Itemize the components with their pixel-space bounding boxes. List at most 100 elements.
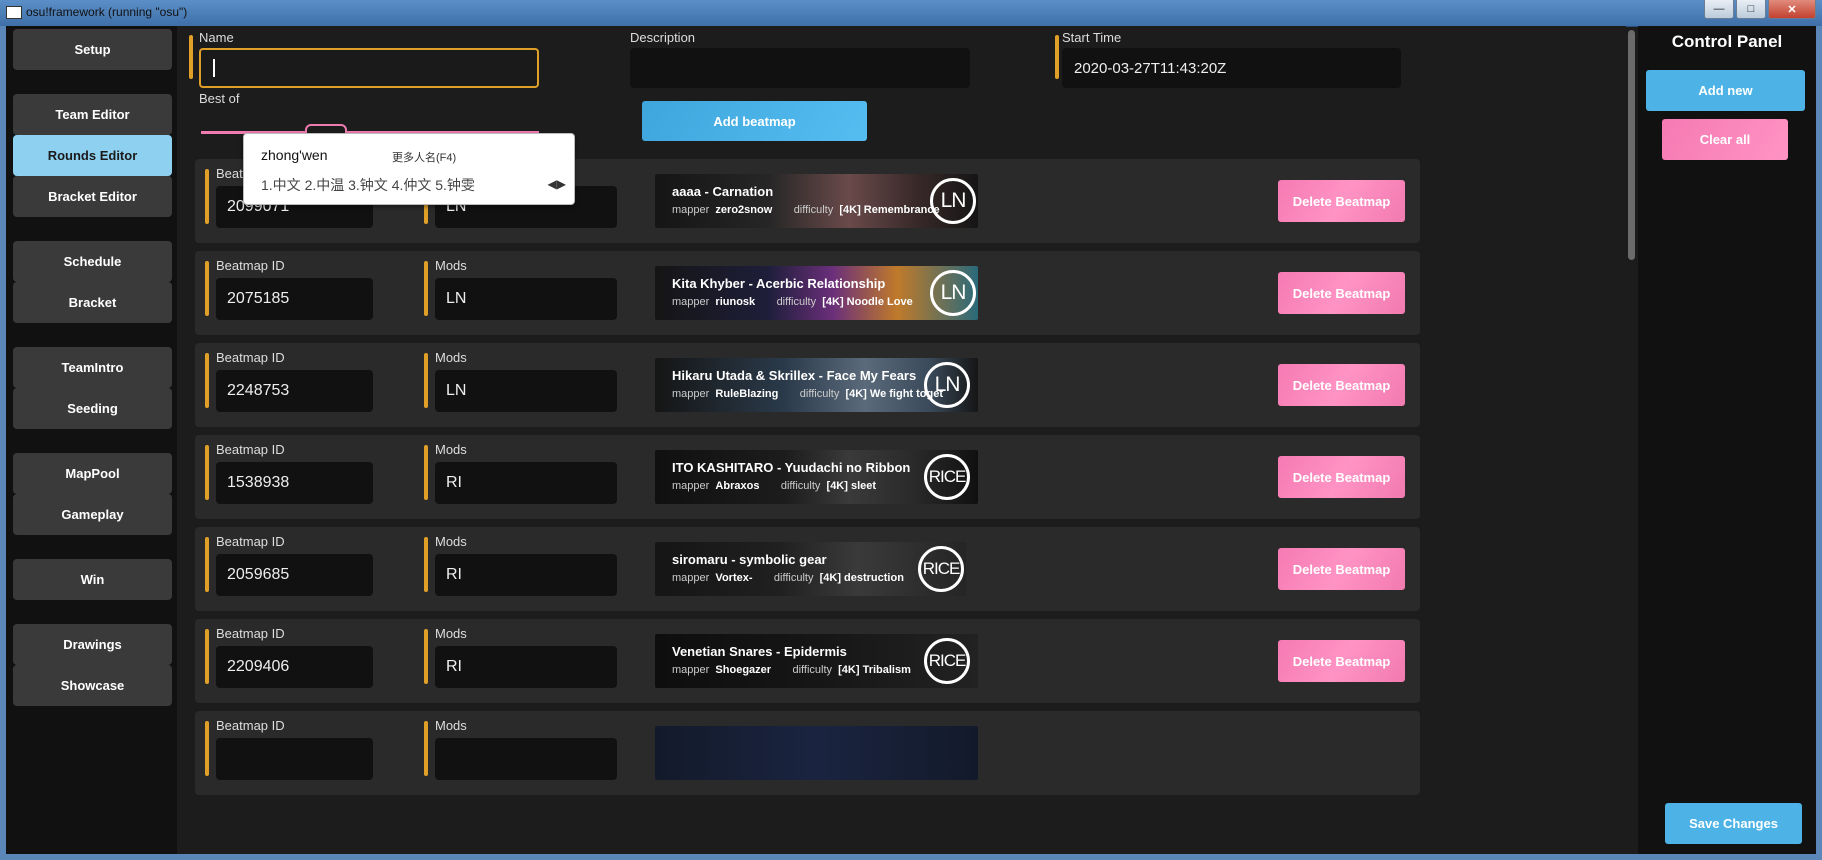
beatmap-panel: Venetian Snares - Epidermis mapper Shoeg… — [655, 634, 978, 688]
delete-beatmap-button[interactable]: Delete Beatmap — [1278, 640, 1405, 682]
control-panel: Control Panel Add new Clear all Save Cha… — [1638, 26, 1816, 854]
sidebar-item-gameplay[interactable]: Gameplay — [13, 494, 172, 535]
minimize-button[interactable]: — — [1704, 0, 1734, 19]
sidebar-item-team-editor[interactable]: Team Editor — [13, 94, 172, 135]
clear-all-button[interactable]: Clear all — [1662, 119, 1788, 160]
beatmap-meta: mapper zero2snow difficulty [4K] Remembr… — [672, 204, 940, 216]
mods-accent — [424, 445, 428, 500]
delete-beatmap-button[interactable]: Delete Beatmap — [1278, 548, 1405, 590]
close-button[interactable]: ✕ — [1768, 0, 1816, 19]
beatmap-id-accent — [205, 169, 209, 224]
beatmap-id-input[interactable]: 2248753 — [216, 370, 373, 412]
sidebar-item-showcase[interactable]: Showcase — [13, 665, 172, 706]
mods-input[interactable] — [435, 738, 617, 780]
difficulty-name: [4K] sleet — [826, 480, 877, 492]
mods-input[interactable]: RI — [435, 554, 617, 596]
sidebar-item-setup[interactable]: Setup — [13, 29, 172, 70]
beatmap-panel: siromaru - symbolic gear mapper Vortex- … — [655, 542, 966, 596]
add-new-button[interactable]: Add new — [1646, 70, 1805, 111]
window-frame-right — [1816, 26, 1822, 860]
beatmap-id-accent — [205, 629, 209, 684]
beatmap-row: Beatmap ID 1538938 Mods RI ITO KASHITARO… — [195, 435, 1420, 519]
mods-label: Mods — [435, 534, 467, 549]
beatmap-title: Hikaru Utada & Skrillex - Face My Fears — [672, 368, 917, 383]
name-accent — [189, 35, 193, 79]
mods-accent — [424, 353, 428, 408]
mods-input[interactable]: LN — [435, 370, 617, 412]
mods-input[interactable]: LN — [435, 278, 617, 320]
description-input[interactable] — [630, 48, 970, 88]
sidebar-item-mappool[interactable]: MapPool — [13, 453, 172, 494]
difficulty-name: [4K] Tribalism — [838, 664, 911, 676]
beatmap-id-label: Beatmap ID — [216, 442, 285, 457]
sidebar-item-seeding[interactable]: Seeding — [13, 388, 172, 429]
difficulty-name: [4K] Noodle Love — [822, 296, 913, 308]
beatmap-id-input[interactable]: 1538938 — [216, 462, 373, 504]
mods-label: Mods — [435, 258, 467, 273]
difficulty-label: difficulty — [780, 480, 821, 492]
control-panel-title: Control Panel — [1671, 32, 1783, 51]
mods-accent — [424, 721, 428, 776]
ime-candidate-popup[interactable]: zhong'wen 更多人名(F4) 1.中文 2.中温 3.钟文 4.仲文 5… — [243, 133, 575, 205]
beatmap-title: siromaru - symbolic gear — [672, 552, 827, 567]
mapper-name: Shoegazer — [715, 664, 772, 676]
delete-beatmap-button[interactable]: Delete Beatmap — [1278, 180, 1405, 222]
start-time-label: Start Time — [1062, 30, 1122, 45]
add-beatmap-button[interactable]: Add beatmap — [642, 101, 867, 141]
mods-label: Mods — [435, 718, 467, 733]
mapper-name: riunosk — [715, 296, 756, 308]
name-input[interactable] — [199, 48, 539, 88]
beatmap-title: Kita Khyber - Acerbic Relationship — [672, 276, 886, 291]
sidebar-item-schedule[interactable]: Schedule — [13, 241, 172, 282]
difficulty-name: [4K] destruction — [819, 572, 904, 584]
difficulty-label: difficulty — [776, 296, 817, 308]
mapper-label: mapper — [672, 388, 710, 400]
beatmap-id-label: Beatmap ID — [216, 258, 285, 273]
delete-beatmap-button[interactable]: Delete Beatmap — [1278, 364, 1405, 406]
sidebar-item-rounds-editor[interactable]: Rounds Editor — [13, 135, 172, 176]
difficulty-label: difficulty — [773, 572, 814, 584]
best-of-label: Best of — [199, 91, 240, 106]
beatmap-id-label: Beatmap ID — [216, 350, 285, 365]
start-time-input[interactable]: 2020-03-27T11:43:20Z — [1062, 48, 1401, 88]
beatmap-row: Beatmap ID Mods — [195, 711, 1420, 795]
mods-input[interactable]: RI — [435, 646, 617, 688]
sidebar-item-drawings[interactable]: Drawings — [13, 624, 172, 665]
beatmap-meta: mapper Abraxos difficulty [4K] sleet — [672, 480, 876, 492]
mapper-label: mapper — [672, 296, 710, 308]
beatmap-id-input[interactable]: 2075185 — [216, 278, 373, 320]
ime-hint: 更多人名(F4) — [392, 152, 457, 164]
start-time-value: 2020-03-27T11:43:20Z — [1074, 59, 1227, 77]
difficulty-label: difficulty — [792, 664, 833, 676]
mapper-name: RuleBlazing — [715, 388, 779, 400]
sidebar-item-win[interactable]: Win — [13, 559, 172, 600]
beatmap-id-input[interactable]: 2059685 — [216, 554, 373, 596]
delete-beatmap-button[interactable]: Delete Beatmap — [1278, 272, 1405, 314]
ime-candidates[interactable]: 1.中文 2.中温 3.钟文 4.仲文 5.钟雯 — [261, 175, 475, 195]
beatmap-panel: aaaa - Carnation mapper zero2snow diffic… — [655, 174, 978, 228]
beatmap-row: Beatmap ID 2075185 Mods LN Kita Khyber -… — [195, 251, 1420, 335]
difficulty-label: difficulty — [799, 388, 840, 400]
sidebar-item-bracket[interactable]: Bracket — [13, 282, 172, 323]
mod-badge-icon: LN — [930, 178, 976, 224]
sidebar-item-bracket-editor[interactable]: Bracket Editor — [13, 176, 172, 217]
beatmap-title: aaaa - Carnation — [672, 184, 774, 199]
beatmap-id-label: Beatmap ID — [216, 534, 285, 549]
scrollbar[interactable] — [1628, 30, 1635, 260]
window-titlebar[interactable]: osu!framework (running "osu") — □ ✕ — [0, 0, 1822, 27]
window-title: osu!framework (running "osu") — [26, 5, 188, 19]
delete-beatmap-button[interactable]: Delete Beatmap — [1278, 456, 1405, 498]
ime-page-arrows-icon[interactable]: ◀▶ — [548, 177, 566, 191]
mod-badge-icon: RICE — [924, 638, 970, 684]
beatmap-row: Beatmap ID 2059685 Mods RI siromaru - sy… — [195, 527, 1420, 611]
ime-composition: zhong'wen — [261, 147, 328, 163]
maximize-button[interactable]: □ — [1736, 0, 1766, 19]
mod-badge-icon: RICE — [924, 454, 970, 500]
mapper-label: mapper — [672, 664, 710, 676]
mods-input[interactable]: RI — [435, 462, 617, 504]
beatmap-id-input[interactable] — [216, 738, 373, 780]
beatmap-id-input[interactable]: 2209406 — [216, 646, 373, 688]
beatmap-title: ITO KASHITARO - Yuudachi no Ribbon — [672, 460, 911, 475]
sidebar-item-teamintro[interactable]: TeamIntro — [13, 347, 172, 388]
save-changes-button[interactable]: Save Changes — [1665, 803, 1802, 844]
